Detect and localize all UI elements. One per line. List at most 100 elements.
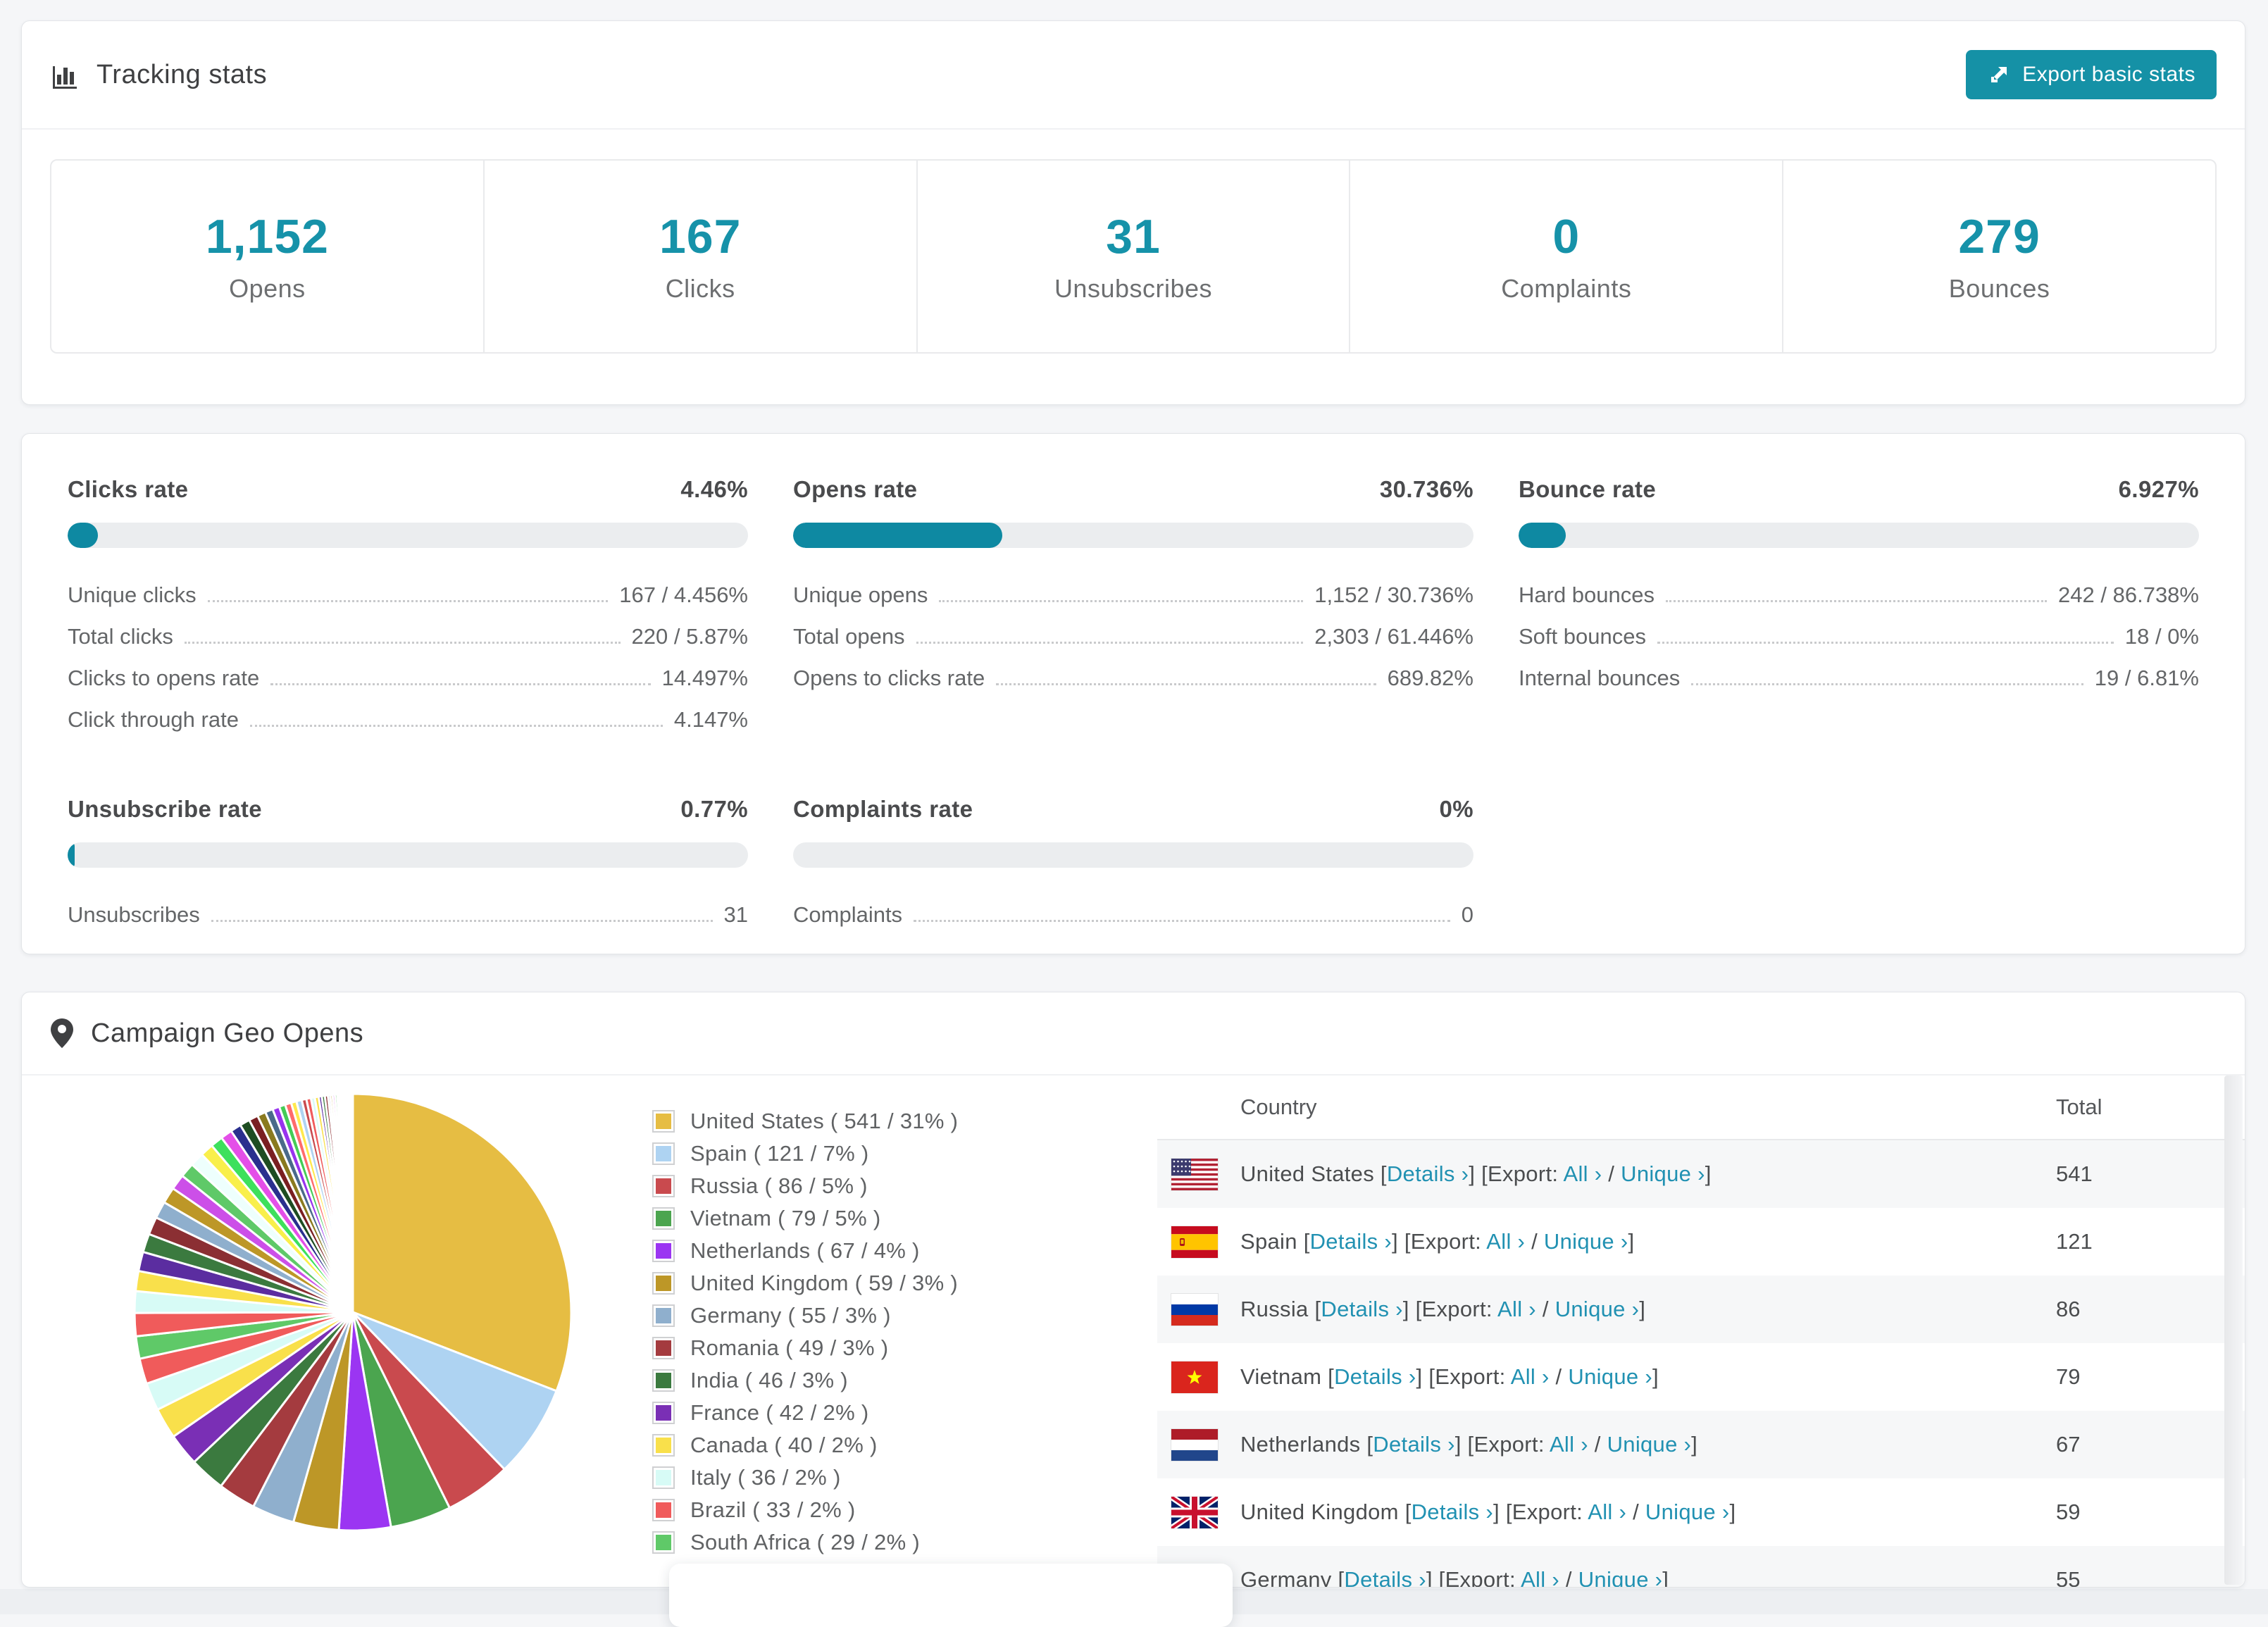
export-unique-link[interactable]: Unique › [1607, 1432, 1692, 1457]
legend-item[interactable]: Romania ( 49 / 3% ) [652, 1332, 958, 1364]
details-link[interactable]: Details › [1344, 1567, 1426, 1588]
export-all-link[interactable]: All › [1521, 1567, 1559, 1588]
legend-item[interactable]: India ( 46 / 3% ) [652, 1364, 958, 1397]
table-row: Vietnam [Details ›] [Export: All › / Uni… [1157, 1343, 2245, 1411]
export-unique-link[interactable]: Unique › [1645, 1500, 1730, 1524]
legend-item[interactable]: Spain ( 121 / 7% ) [652, 1137, 958, 1170]
rate-rows: Unique opens1,152 / 30.736%Total opens2,… [793, 569, 1473, 694]
total-cell: 55 [2056, 1567, 2232, 1588]
rate-row-leader [270, 683, 650, 685]
legend-swatch [652, 1207, 675, 1230]
details-link[interactable]: Details › [1387, 1161, 1469, 1186]
details-link[interactable]: Details › [1310, 1229, 1392, 1254]
stat-value: 279 [1958, 209, 2040, 264]
stat-card: 0Complaints [1350, 161, 1783, 352]
legend-swatch [652, 1531, 675, 1554]
export-all-link[interactable]: All › [1550, 1432, 1588, 1457]
legend-swatch [652, 1110, 675, 1133]
rate-row: Clicks to opens rate14.497% [68, 652, 748, 694]
export-unique-link[interactable]: Unique › [1578, 1567, 1663, 1588]
export-unique-link[interactable]: Unique › [1544, 1229, 1628, 1254]
tracking-stats-card: Tracking stats Export basic stats 1,152O… [21, 20, 2245, 405]
legend-item[interactable]: Italy ( 36 / 2% ) [652, 1461, 958, 1494]
legend-swatch [652, 1304, 675, 1327]
export-basic-stats-button[interactable]: Export basic stats [1966, 50, 2217, 99]
table-row: United States [Details ›] [Export: All ›… [1157, 1140, 2245, 1208]
rate-row-leader [914, 920, 1450, 922]
legend-swatch [652, 1175, 675, 1197]
table-scrollbar[interactable] [2224, 1076, 2243, 1585]
country-cell: Germany [Details ›] [Export: All › / Uni… [1240, 1567, 2056, 1588]
rate-panel-header: Unsubscribe rate0.77% [68, 796, 748, 823]
geo-legend: United States ( 541 / 31% ) Spain ( 121 /… [652, 1105, 958, 1559]
export-all-link[interactable]: All › [1588, 1500, 1626, 1524]
rate-row-label: Opens to clicks rate [793, 666, 985, 694]
legend-item[interactable]: Netherlands ( 67 / 4% ) [652, 1235, 958, 1267]
export-unique-link[interactable]: Unique › [1621, 1161, 1705, 1186]
rate-rows: Hard bounces242 / 86.738%Soft bounces18 … [1519, 569, 2199, 694]
legend-item[interactable]: Canada ( 40 / 2% ) [652, 1429, 958, 1461]
legend-swatch [652, 1142, 675, 1165]
export-unique-link[interactable]: Unique › [1568, 1364, 1652, 1389]
legend-item[interactable]: Russia ( 86 / 5% ) [652, 1170, 958, 1202]
progress-fill [793, 523, 1002, 548]
legend-item[interactable]: Brazil ( 33 / 2% ) [652, 1494, 958, 1526]
rate-panel: Unsubscribe rate0.77%Unsubscribes31 [68, 796, 748, 930]
country-cell: Russia [Details ›] [Export: All › / Uniq… [1240, 1297, 2056, 1322]
column-header-country: Country [1171, 1095, 2056, 1120]
rate-row-value: 14.497% [662, 666, 748, 694]
progress-bar [793, 842, 1473, 868]
export-all-link[interactable]: All › [1497, 1297, 1536, 1321]
total-cell: 67 [2056, 1432, 2232, 1457]
rate-value: 6.927% [2119, 476, 2199, 503]
stat-value: 1,152 [206, 209, 329, 264]
stat-card: 167Clicks [485, 161, 918, 352]
export-all-link[interactable]: All › [1564, 1161, 1602, 1186]
progress-bar [1519, 523, 2199, 548]
rate-panel-header: Opens rate30.736% [793, 476, 1473, 503]
tracking-stats-title: Tracking stats [50, 60, 267, 90]
legend-swatch [652, 1402, 675, 1424]
page-title: Tracking stats [96, 60, 267, 90]
export-all-link[interactable]: All › [1511, 1364, 1550, 1389]
details-link[interactable]: Details › [1321, 1297, 1402, 1321]
legend-label: Spain ( 121 / 7% ) [690, 1141, 869, 1166]
legend-swatch [652, 1499, 675, 1521]
details-link[interactable]: Details › [1373, 1432, 1454, 1457]
country-name: Spain [1240, 1229, 1297, 1254]
export-unique-link[interactable]: Unique › [1555, 1297, 1640, 1321]
legend-label: Canada ( 40 / 2% ) [690, 1433, 878, 1458]
legend-label: United Kingdom ( 59 / 3% ) [690, 1271, 958, 1296]
details-link[interactable]: Details › [1334, 1364, 1416, 1389]
total-cell: 121 [2056, 1229, 2232, 1254]
legend-swatch [652, 1337, 675, 1359]
legend-swatch [652, 1240, 675, 1262]
progress-fill [68, 523, 98, 548]
total-cell: 86 [2056, 1297, 2232, 1322]
rate-row-leader [916, 642, 1304, 644]
legend-item[interactable]: South Africa ( 29 / 2% ) [652, 1526, 958, 1559]
table-row: Spain [Details ›] [Export: All › / Uniqu… [1157, 1208, 2245, 1276]
legend-item[interactable]: Vietnam ( 79 / 5% ) [652, 1202, 958, 1235]
rate-row-leader [996, 683, 1376, 685]
legend-item[interactable]: United Kingdom ( 59 / 3% ) [652, 1267, 958, 1299]
stat-label: Unsubscribes [1054, 274, 1212, 304]
export-all-link[interactable]: All › [1486, 1229, 1525, 1254]
pie-slice-other[interactable] [352, 1094, 353, 1312]
legend-label: Romania ( 49 / 3% ) [690, 1335, 888, 1361]
summary-stats-row: 1,152Opens167Clicks31Unsubscribes0Compla… [50, 159, 2217, 354]
legend-item[interactable]: United States ( 541 / 31% ) [652, 1105, 958, 1137]
rate-row-value: 2,303 / 61.446% [1314, 624, 1473, 652]
progress-bar [68, 523, 748, 548]
progress-fill [68, 842, 75, 868]
legend-item[interactable]: Germany ( 55 / 3% ) [652, 1299, 958, 1332]
details-link[interactable]: Details › [1412, 1500, 1493, 1524]
country-name: Netherlands [1240, 1432, 1360, 1457]
export-icon [1987, 63, 2011, 87]
country-cell: United States [Details ›] [Export: All ›… [1240, 1161, 2056, 1187]
campaign-geo-opens-card: Campaign Geo Opens United States ( 541 /… [21, 992, 2245, 1588]
rate-row-label: Unsubscribes [68, 902, 200, 930]
geo-header: Campaign Geo Opens [22, 992, 2245, 1076]
legend-item[interactable]: France ( 42 / 2% ) [652, 1397, 958, 1429]
stat-label: Bounces [1949, 274, 2050, 304]
